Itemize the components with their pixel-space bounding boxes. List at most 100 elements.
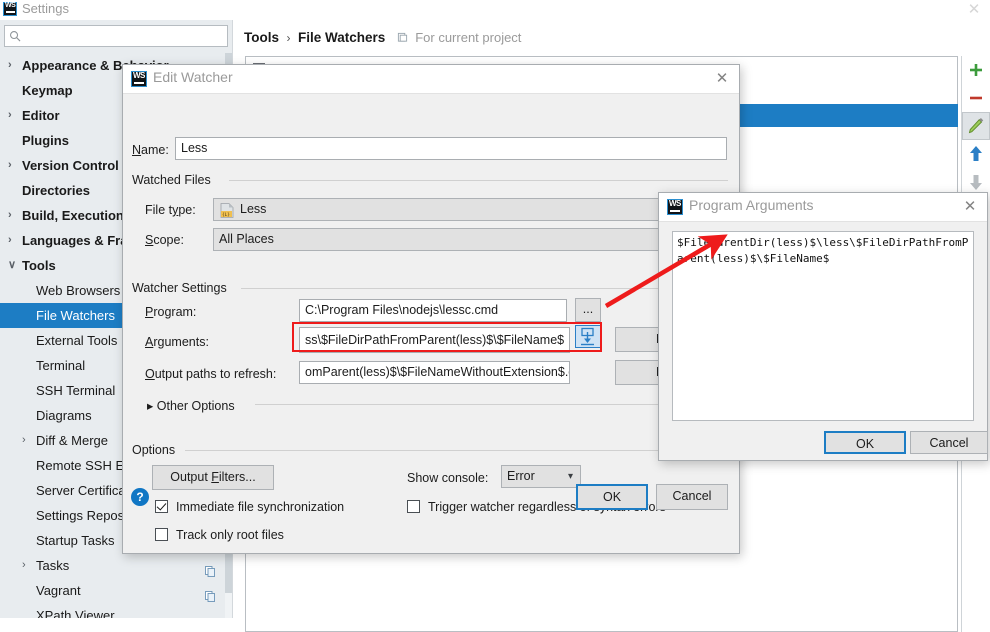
- breadcrumb: Tools › File Watchers For current projec…: [244, 28, 521, 48]
- sidebar-item-label: Diff & Merge: [36, 433, 109, 448]
- search-icon: [10, 31, 21, 42]
- sidebar-item-label: SSH Terminal: [36, 383, 116, 398]
- breadcrumb-parent[interactable]: Tools: [244, 30, 279, 45]
- checkbox-box[interactable]: [407, 500, 420, 513]
- file-type-value: Less: [240, 202, 267, 216]
- remove-icon[interactable]: [962, 84, 990, 112]
- chevron-down-icon[interactable]: ▾: [568, 466, 573, 487]
- cancel-button[interactable]: Cancel: [910, 431, 988, 454]
- close-icon[interactable]: ✕: [713, 70, 731, 88]
- show-console-combo[interactable]: Error ▾: [501, 465, 581, 488]
- chevron-right-icon[interactable]: ›: [22, 428, 32, 453]
- scope-label: Scope:: [145, 233, 184, 247]
- close-icon[interactable]: ✕: [966, 2, 982, 18]
- watcher-settings-group-label: Watcher Settings: [132, 281, 233, 295]
- other-options-label: Other Options: [156, 399, 235, 413]
- sidebar-item-label: Editor: [22, 108, 60, 123]
- arguments-label: Arguments:: [145, 335, 209, 349]
- cancel-button[interactable]: Cancel: [656, 484, 728, 510]
- immediate-sync-checkbox[interactable]: Immediate file synchronization: [155, 498, 344, 514]
- webstorm-icon: [3, 2, 17, 16]
- options-group-label: Options: [132, 443, 182, 457]
- sidebar-item-label: Plugins: [22, 133, 69, 148]
- scope-label: For current project: [415, 30, 522, 45]
- checkbox-box[interactable]: [155, 500, 168, 513]
- project-scope-icon: [397, 32, 407, 42]
- search-row: [0, 20, 232, 53]
- sidebar-item-tasks[interactable]: › Tasks: [0, 553, 225, 578]
- sidebar-item-label: Web Browsers: [36, 283, 121, 298]
- chevron-right-icon[interactable]: ›: [22, 553, 32, 578]
- name-field[interactable]: Less: [175, 137, 727, 160]
- sidebar-item-label: Tools: [22, 258, 56, 273]
- program-browse-button[interactable]: ...: [575, 298, 601, 322]
- other-options-toggle[interactable]: ▸ Other Options: [147, 398, 235, 413]
- settings-titlebar: Settings ✕: [0, 0, 990, 20]
- program-arguments-titlebar: WS Program Arguments ✕: [659, 193, 987, 222]
- dialog-title: Edit Watcher: [153, 69, 233, 85]
- output-filters-button[interactable]: Output Filters...: [152, 465, 274, 490]
- search-box[interactable]: [4, 25, 228, 47]
- close-icon[interactable]: ✕: [961, 198, 979, 216]
- webstorm-icon: WS: [131, 71, 147, 87]
- show-console-label: Show console:: [407, 471, 489, 485]
- sidebar-item-label: Startup Tasks: [36, 533, 115, 548]
- immediate-sync-label: Immediate file synchronization: [176, 500, 345, 514]
- group-divider: [229, 180, 728, 181]
- chevron-right-icon: ▸: [147, 399, 154, 413]
- chevron-down-icon[interactable]: ∨: [8, 253, 18, 278]
- chevron-right-icon[interactable]: ›: [8, 153, 18, 178]
- chevron-right-icon[interactable]: ›: [8, 53, 18, 78]
- name-label-text: ame:: [141, 143, 169, 157]
- program-arguments-dialog: WS Program Arguments ✕ $FileParentDir(le…: [658, 192, 988, 461]
- file-type-label: File type:: [145, 203, 196, 217]
- webstorm-icon: WS: [667, 199, 683, 215]
- program-label: Program:: [145, 305, 197, 319]
- sidebar-item-label: Keymap: [22, 83, 73, 98]
- name-label: Name:: [132, 143, 169, 157]
- chevron-right-icon[interactable]: ›: [8, 103, 18, 128]
- breadcrumb-separator: ›: [286, 31, 291, 45]
- dialog-title: Program Arguments: [689, 197, 814, 213]
- chevron-right-icon[interactable]: ›: [8, 228, 18, 253]
- less-file-icon: {L}: [220, 203, 234, 218]
- ok-button[interactable]: OK: [824, 431, 906, 454]
- sidebar-item-label: Version Control: [22, 158, 119, 173]
- search-input[interactable]: [25, 28, 227, 47]
- edit-watcher-dialog: WS Edit Watcher ✕ Name: Less Watched Fil…: [122, 64, 740, 554]
- help-icon[interactable]: ?: [131, 488, 149, 506]
- group-divider: [185, 450, 728, 451]
- edit-pencil-icon[interactable]: [962, 112, 990, 140]
- sidebar-item-xpath-viewer[interactable]: XPath Viewer: [0, 603, 225, 618]
- sidebar-item-label: Tasks: [36, 558, 70, 573]
- track-root-label: Track only root files: [176, 528, 284, 542]
- chevron-right-icon[interactable]: ›: [8, 203, 18, 228]
- add-icon[interactable]: [962, 56, 990, 84]
- arguments-highlight-box: [292, 322, 602, 352]
- sidebar-item-label: External Tools: [36, 333, 118, 348]
- sidebar-item-label: Vagrant: [36, 583, 81, 598]
- sidebar-item-label: XPath Viewer: [36, 608, 115, 618]
- scope-combo[interactable]: All Places: [213, 228, 728, 251]
- ok-button[interactable]: OK: [576, 484, 648, 510]
- sidebar-item-label: Directories: [22, 183, 90, 198]
- sidebar-item-label: Terminal: [36, 358, 86, 373]
- breadcrumb-current: File Watchers: [297, 30, 386, 45]
- scope-value: All Places: [219, 232, 274, 246]
- program-field[interactable]: C:\Program Files\nodejs\lessc.cmd: [299, 299, 567, 322]
- output-paths-field[interactable]: omParent(less)$\$FileNameWithoutExtensio…: [299, 361, 570, 384]
- edit-watcher-body: Name: Less Watched Files File type: {L} …: [123, 94, 739, 553]
- svg-text:{L}: {L}: [222, 212, 230, 218]
- checkbox-box[interactable]: [155, 528, 168, 541]
- copy-icon[interactable]: [205, 585, 216, 602]
- show-console-value: Error: [507, 469, 535, 483]
- track-root-checkbox[interactable]: Track only root files: [155, 526, 284, 542]
- sidebar-item-vagrant[interactable]: Vagrant: [0, 578, 225, 603]
- sidebar-item-label: Diagrams: [36, 408, 92, 423]
- watched-files-group-label: Watched Files: [132, 173, 217, 187]
- program-arguments-textarea[interactable]: $FileParentDir(less)$\less\$FileDirPathF…: [672, 231, 974, 421]
- file-type-combo[interactable]: {L} Less ▾: [213, 198, 728, 221]
- window-title: Settings: [22, 1, 69, 16]
- move-up-icon[interactable]: [962, 140, 990, 168]
- copy-icon[interactable]: [205, 560, 216, 577]
